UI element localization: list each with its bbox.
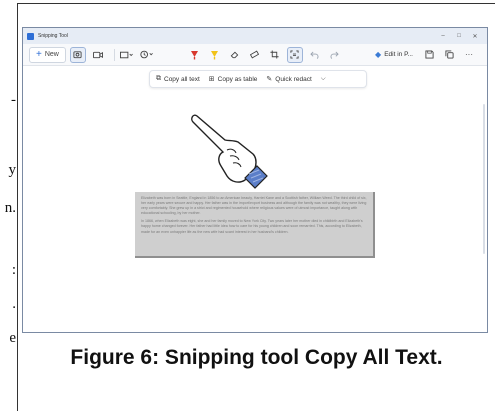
table-icon: ⊞	[208, 76, 215, 83]
new-button-label: New	[44, 51, 59, 58]
save-icon	[424, 50, 434, 59]
crop-tool-button[interactable]	[267, 47, 283, 63]
plus-icon: +	[36, 49, 42, 60]
redo-button[interactable]	[327, 47, 343, 63]
edit-in-paint-button[interactable]: ◆ Edit in P...	[375, 50, 413, 59]
highlighter-tool-button[interactable]	[207, 47, 223, 63]
background-text-fragment: .	[12, 296, 16, 312]
undo-icon	[310, 51, 319, 59]
undo-button[interactable]	[307, 47, 323, 63]
text-actions-button[interactable]	[286, 46, 303, 63]
copy-all-text-label: Copy all text	[164, 75, 200, 83]
title-bar: Snipping Tool – □ ✕	[23, 28, 487, 44]
text-actions-icon	[290, 50, 300, 59]
ruler-tool-button[interactable]	[247, 47, 263, 63]
snipping-tool-app-icon	[27, 32, 34, 40]
paint-palette-icon: ◆	[375, 50, 382, 59]
horizontal-scrollbar[interactable]	[115, 332, 405, 333]
timer-icon	[140, 50, 154, 59]
eraser-icon	[231, 51, 239, 59]
copy-as-table-label: Copy as table	[217, 75, 258, 83]
copy-icon	[444, 50, 454, 59]
copy-button[interactable]	[441, 47, 457, 63]
copy-all-text-button[interactable]: ⧉ Copy all text	[156, 75, 200, 83]
quick-redact-button[interactable]: ✎ Quick redact	[266, 75, 312, 84]
camera-icon	[73, 51, 82, 59]
copy-text-icon: ⧉	[156, 75, 161, 82]
edit-in-label: Edit in P...	[384, 51, 413, 58]
eraser-tool-button[interactable]	[227, 47, 243, 63]
snip-canvas: ⧉ Copy all text ⊞ Copy as table ✎ Quick …	[23, 66, 487, 333]
rectangle-snip-icon	[120, 51, 134, 58]
background-text-fragment: y	[8, 162, 17, 178]
background-text-fragment: -	[11, 92, 16, 108]
delay-dropdown[interactable]	[139, 47, 155, 63]
quick-redact-label: Quick redact	[275, 75, 312, 83]
figure-caption: Figure 6: Snipping tool Copy All Text.	[70, 346, 443, 369]
background-text-fragment: e	[9, 330, 16, 346]
background-text-fragment: n.	[4, 200, 16, 216]
save-button[interactable]	[421, 47, 437, 63]
window-title: Snipping Tool	[38, 33, 68, 39]
snip-paragraph: Elizabeth was born in Seattle, England i…	[141, 196, 367, 216]
redo-icon	[330, 51, 340, 59]
quick-redact-dropdown[interactable]: ⌵	[321, 75, 326, 83]
more-options-button[interactable]: ···	[461, 47, 477, 63]
record-mode-button[interactable]	[90, 47, 106, 63]
vertical-scrollbar[interactable]	[483, 104, 485, 254]
video-camera-icon	[92, 51, 103, 58]
crop-icon	[270, 50, 280, 59]
close-button[interactable]: ✕	[467, 33, 483, 40]
toolbar-divider	[113, 48, 115, 61]
ruler-icon	[250, 50, 260, 59]
toolbar: + New ◆ Edit in P... ···	[23, 44, 487, 66]
highlighter-icon	[211, 50, 219, 59]
snip-shape-dropdown[interactable]	[119, 47, 135, 63]
pen-tool-button[interactable]	[187, 47, 203, 63]
red-pen-icon	[191, 50, 199, 59]
background-text-fragment: :	[11, 262, 16, 278]
redact-icon: ✎	[266, 76, 273, 83]
captured-text-snip: Elizabeth was born in Seattle, England i…	[135, 192, 375, 258]
snipping-tool-window: Snipping Tool – □ ✕ + New ◆ Edit in P...…	[22, 27, 488, 333]
screenshot-mode-button[interactable]	[69, 46, 86, 63]
maximize-button[interactable]: □	[451, 33, 467, 39]
copy-as-table-button[interactable]: ⊞ Copy as table	[208, 75, 258, 84]
text-action-bar: ⧉ Copy all text ⊞ Copy as table ✎ Quick …	[149, 70, 367, 88]
chevron-down-icon: ⌵	[320, 75, 326, 82]
pointing-hand-icon	[191, 114, 268, 189]
new-snip-button[interactable]: + New	[29, 46, 66, 63]
snip-paragraph: In 1866, when Elizabeth was eight, she a…	[141, 219, 363, 234]
minimize-button[interactable]: –	[435, 33, 451, 39]
